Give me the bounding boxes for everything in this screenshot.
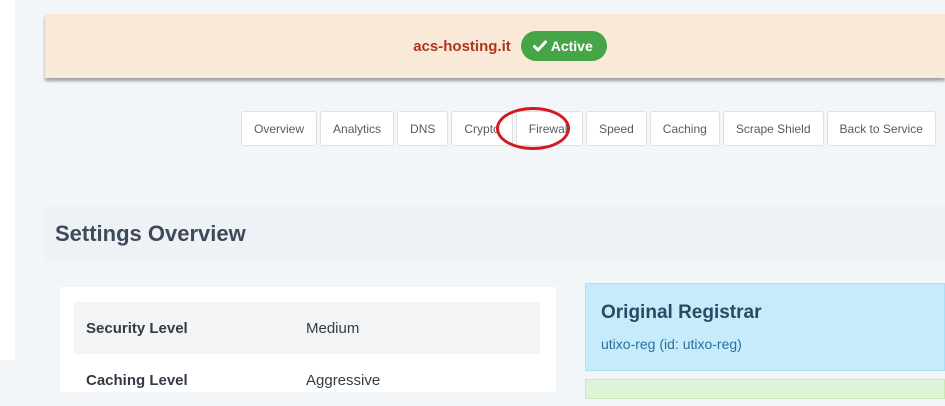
- setting-value: Aggressive: [306, 371, 381, 389]
- settings-header: Settings Overview: [45, 206, 945, 262]
- registrar-title: Original Registrar: [601, 302, 762, 323]
- tab-speed[interactable]: Speed: [586, 111, 647, 146]
- setting-label: Security Level: [86, 319, 188, 337]
- domain-name: acs-hosting.it: [413, 37, 511, 55]
- service-tabs: Overview Analytics DNS Crypto Firewall S…: [241, 111, 936, 146]
- tab-dns[interactable]: DNS: [397, 111, 449, 146]
- page-title: Settings Overview: [55, 221, 246, 246]
- registrar-card: Original Registrar utixo-reg (id: utixo-…: [585, 283, 945, 371]
- registrar-value: utixo-reg (id: utixo-reg): [601, 336, 742, 352]
- table-row: Caching Level Aggressive: [74, 354, 540, 406]
- left-sidebar-footer: [0, 360, 15, 392]
- info-card: [585, 379, 945, 399]
- tab-scrape-shield[interactable]: Scrape Shield: [722, 111, 824, 146]
- setting-label: Caching Level: [86, 371, 188, 389]
- domain-banner: acs-hosting.it Active: [45, 14, 945, 78]
- tab-crypto[interactable]: Crypto: [451, 111, 513, 146]
- status-label: Active: [550, 38, 593, 54]
- check-icon: [532, 40, 547, 52]
- tab-back-to-service[interactable]: Back to Service: [826, 111, 936, 146]
- tab-analytics[interactable]: Analytics: [320, 111, 395, 146]
- tab-caching[interactable]: Caching: [649, 111, 720, 146]
- tab-firewall[interactable]: Firewall: [515, 111, 584, 146]
- status-badge: Active: [520, 31, 607, 61]
- settings-table: Security Level Medium Caching Level Aggr…: [60, 287, 556, 392]
- table-row: Security Level Medium: [74, 302, 540, 354]
- setting-value: Medium: [306, 319, 360, 337]
- left-sidebar-edge: [0, 0, 15, 392]
- tab-overview[interactable]: Overview: [241, 111, 318, 146]
